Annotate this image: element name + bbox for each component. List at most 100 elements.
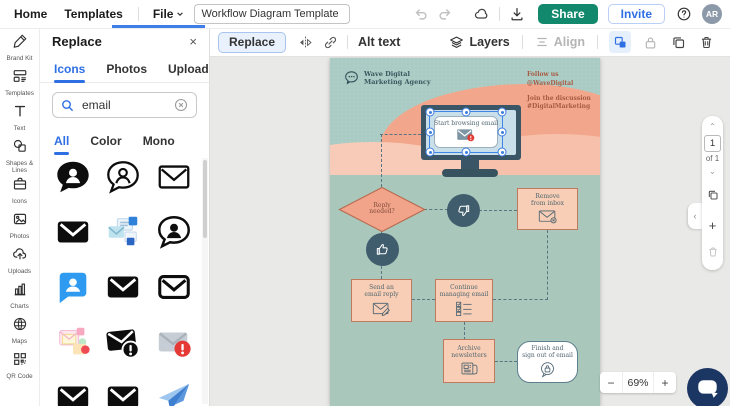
search-input[interactable] — [80, 97, 168, 113]
sidebar-item-maps[interactable]: Maps — [0, 316, 40, 349]
delete-page-button[interactable] — [707, 245, 719, 263]
panel-scrollbar[interactable] — [202, 158, 208, 404]
selection-handle[interactable] — [497, 107, 507, 117]
envelope-outline-icon[interactable] — [155, 158, 193, 196]
redo-button[interactable] — [436, 5, 454, 23]
page-down-chevron-icon[interactable]: ⌃ — [709, 166, 716, 175]
invite-button[interactable]: Invite — [607, 4, 665, 24]
sidebar-item-qr-code[interactable]: QR Code — [0, 351, 40, 384]
delete-button[interactable] — [696, 32, 716, 52]
connector — [381, 134, 382, 187]
selection-handle[interactable] — [461, 107, 471, 117]
envelope-filled-icon[interactable] — [54, 213, 92, 251]
sidebar-item-templates[interactable]: Templates — [0, 68, 40, 101]
flip-button[interactable] — [295, 32, 315, 52]
position-button[interactable] — [609, 31, 631, 53]
envelope-outline-bold-icon[interactable] — [155, 268, 193, 306]
undo-button[interactable] — [412, 5, 430, 23]
sidebar-item-label: Charts — [10, 303, 29, 311]
envelope-filled-icon[interactable] — [104, 378, 142, 406]
design-page[interactable]: Wave Digital Marketing Agency Follow us … — [330, 58, 600, 406]
duplicate-page-button[interactable] — [707, 188, 719, 206]
search-box[interactable] — [52, 92, 197, 118]
selection-box[interactable] — [425, 107, 507, 157]
envelope-alert-red-icon[interactable] — [155, 323, 193, 361]
help-button[interactable] — [675, 5, 693, 23]
maps-icon — [12, 316, 28, 337]
sidebar-item-photos[interactable]: Photos — [0, 211, 40, 244]
menu-file[interactable]: File — [153, 7, 185, 21]
zoom-level[interactable]: 69% — [622, 372, 654, 393]
align-icon — [537, 37, 547, 47]
collapse-panel-tab[interactable]: ‹ — [688, 203, 702, 229]
chat-user-filled-icon[interactable] — [54, 158, 92, 196]
social-follow-line1: Follow us — [527, 71, 559, 78]
node-finish-sign-out[interactable]: Finish and sign out of email — [517, 341, 578, 383]
sidebar-item-text[interactable]: Text — [0, 103, 40, 136]
tab-photos[interactable]: Photos — [106, 56, 147, 82]
node-thumbs-down[interactable] — [447, 194, 480, 227]
sidebar-item-shapes[interactable]: Shapes & Lines — [0, 138, 40, 174]
email-illustration-blue-icon[interactable] — [104, 213, 142, 251]
cloud-icon — [475, 8, 488, 19]
selection-handle[interactable] — [425, 147, 435, 157]
selection-handle[interactable] — [497, 147, 507, 157]
filter-color[interactable]: Color — [90, 128, 121, 154]
node-thumbs-up[interactable] — [366, 233, 399, 266]
contact-card-blue-icon[interactable] — [54, 268, 92, 306]
node-reply-needed[interactable]: Reply needed? — [338, 186, 426, 233]
paper-plane-blue-icon[interactable] — [155, 378, 193, 406]
clear-search-icon[interactable] — [174, 98, 188, 112]
menu-home[interactable]: Home — [14, 7, 47, 21]
replace-button[interactable]: Replace — [218, 31, 287, 53]
sidebar-item-brand-kit[interactable]: Brand Kit — [0, 33, 40, 66]
envelope-alert-filled-icon[interactable] — [104, 323, 142, 361]
canvas-area[interactable]: Wave Digital Marketing Agency Follow us … — [210, 57, 730, 406]
sidebar-item-uploads[interactable]: Uploads — [0, 246, 40, 279]
add-page-button[interactable]: + — [709, 219, 717, 232]
replace-panel: Replace × IconsPhotosUploadsLogos AllCol… — [40, 28, 210, 406]
thumbs-up-icon — [376, 244, 388, 255]
zoom-in-button[interactable]: + — [654, 372, 676, 393]
chat-user-outline-filled-icon[interactable] — [155, 213, 193, 251]
envelope-filled-icon[interactable] — [104, 268, 142, 306]
duplicate-button[interactable] — [668, 32, 688, 52]
lock-button[interactable] — [640, 32, 660, 52]
node-continue-managing-email[interactable]: Continue managing email — [435, 279, 493, 322]
tab-uploads[interactable]: Uploads — [168, 56, 209, 82]
chat-support-button[interactable] — [687, 368, 728, 406]
share-button[interactable]: Share — [538, 4, 598, 24]
alt-text-button[interactable]: Alt text — [358, 35, 400, 49]
brand-name-line2: Marketing Agency — [364, 78, 431, 87]
node-remove-from-inbox[interactable]: Remove from inbox — [517, 188, 578, 230]
link-button[interactable] — [320, 32, 340, 52]
filter-all[interactable]: All — [54, 128, 70, 155]
selection-handle[interactable] — [425, 127, 435, 137]
tab-icons[interactable]: Icons — [54, 56, 86, 83]
chat-user-outline-icon[interactable] — [104, 158, 142, 196]
sidebar-item-icons[interactable]: Icons — [0, 176, 40, 209]
selection-handle[interactable] — [461, 147, 471, 157]
page-up-chevron-icon[interactable]: ⌃ — [709, 123, 716, 131]
page-number-box[interactable]: 1 — [704, 135, 721, 152]
avatar[interactable]: AR — [702, 4, 722, 24]
filter-mono[interactable]: Mono — [143, 128, 175, 154]
progress-bar — [112, 25, 205, 28]
node-archive-newsletters[interactable]: Archive newsletters — [443, 339, 495, 383]
menu-templates[interactable]: Templates — [64, 7, 122, 21]
close-icon[interactable]: × — [189, 35, 197, 48]
selection-handle[interactable] — [425, 107, 435, 117]
node-send-email-reply[interactable]: Send an email reply — [351, 279, 412, 322]
document-title-input[interactable] — [194, 4, 351, 24]
email-illustration-pastel-icon[interactable] — [54, 323, 92, 361]
selection-handle[interactable] — [497, 127, 507, 137]
newsletter-icon — [461, 363, 477, 375]
download-button[interactable] — [508, 5, 526, 23]
layers-button[interactable]: Layers — [449, 35, 510, 50]
align-button[interactable]: Align — [535, 35, 585, 49]
zoom-out-button[interactable]: − — [600, 372, 622, 393]
qr-code-icon — [12, 351, 28, 372]
cloud-save-button[interactable] — [473, 5, 491, 23]
sidebar-item-charts[interactable]: Charts — [0, 281, 40, 314]
envelope-filled-icon[interactable] — [54, 378, 92, 406]
